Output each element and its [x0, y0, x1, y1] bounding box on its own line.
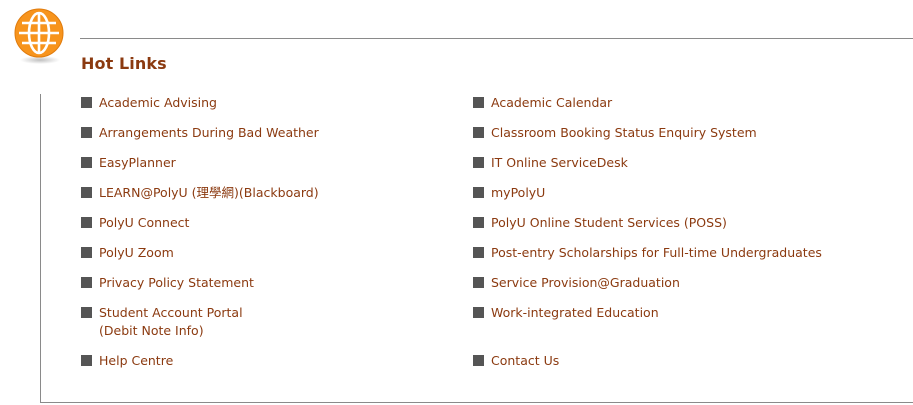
link-academic-calendar: Academic Calendar — [473, 94, 903, 124]
link-easyplanner-text[interactable]: EasyPlanner — [99, 154, 461, 172]
link-easyplanner: EasyPlanner — [81, 154, 461, 184]
link-service-provision-graduation-text[interactable]: Service Provision@Graduation — [491, 274, 903, 292]
link-student-account-portal: Student Account Portal (Debit Note Info) — [81, 304, 461, 352]
hot-links-left-column: Academic Advising Arrangements During Ba… — [81, 94, 461, 382]
left-border — [40, 94, 41, 402]
link-bad-weather: Arrangements During Bad Weather — [81, 124, 461, 154]
link-polyu-connect-text[interactable]: PolyU Connect — [99, 214, 461, 232]
link-contact-us: Contact Us — [473, 352, 903, 382]
link-mypolyu-text[interactable]: myPolyU — [491, 184, 903, 202]
link-bad-weather-text[interactable]: Arrangements During Bad Weather — [99, 124, 461, 142]
hot-links-right-column: Academic Calendar Classroom Booking Stat… — [473, 94, 903, 382]
link-student-account-portal-text[interactable]: Student Account Portal — [99, 304, 461, 322]
square-bullet-icon — [473, 127, 484, 138]
square-bullet-icon — [473, 277, 484, 288]
link-mypolyu: myPolyU — [473, 184, 903, 214]
link-classroom-booking-text[interactable]: Classroom Booking Status Enquiry System — [491, 124, 903, 142]
link-polyu-zoom-text[interactable]: PolyU Zoom — [99, 244, 461, 262]
link-post-entry-scholarships: Post-entry Scholarships for Full-time Un… — [473, 244, 903, 274]
top-divider — [80, 38, 913, 39]
link-academic-advising: Academic Advising — [81, 94, 461, 124]
square-bullet-icon — [473, 247, 484, 258]
square-bullet-icon — [81, 277, 92, 288]
square-bullet-icon — [473, 217, 484, 228]
square-bullet-icon — [81, 127, 92, 138]
link-help-centre: Help Centre — [81, 352, 461, 382]
link-poss-text[interactable]: PolyU Online Student Services (POSS) — [491, 214, 903, 232]
square-bullet-icon — [473, 97, 484, 108]
square-bullet-icon — [81, 217, 92, 228]
link-academic-advising-text[interactable]: Academic Advising — [99, 94, 461, 112]
square-bullet-icon — [81, 307, 92, 318]
link-poss: PolyU Online Student Services (POSS) — [473, 214, 903, 244]
link-academic-calendar-text[interactable]: Academic Calendar — [491, 94, 903, 112]
globe-icon — [12, 6, 68, 66]
link-it-servicedesk: IT Online ServiceDesk — [473, 154, 903, 184]
link-work-integrated-education-text[interactable]: Work-integrated Education — [491, 304, 903, 322]
link-work-integrated-education: Work-integrated Education — [473, 304, 903, 352]
link-service-provision-graduation: Service Provision@Graduation — [473, 274, 903, 304]
link-help-centre-text[interactable]: Help Centre — [99, 352, 461, 370]
link-learn-polyu: LEARN@PolyU (理學網)(Blackboard) — [81, 184, 461, 214]
link-it-servicedesk-text[interactable]: IT Online ServiceDesk — [491, 154, 903, 172]
square-bullet-icon — [473, 157, 484, 168]
square-bullet-icon — [81, 97, 92, 108]
square-bullet-icon — [81, 157, 92, 168]
link-polyu-zoom: PolyU Zoom — [81, 244, 461, 274]
section-title: Hot Links — [81, 54, 167, 73]
link-privacy-policy: Privacy Policy Statement — [81, 274, 461, 304]
bottom-divider — [40, 402, 913, 403]
square-bullet-icon — [473, 307, 484, 318]
square-bullet-icon — [81, 247, 92, 258]
link-classroom-booking: Classroom Booking Status Enquiry System — [473, 124, 903, 154]
square-bullet-icon — [81, 187, 92, 198]
link-post-entry-scholarships-text[interactable]: Post-entry Scholarships for Full-time Un… — [491, 244, 903, 262]
square-bullet-icon — [473, 355, 484, 366]
link-student-account-portal-subtext[interactable]: (Debit Note Info) — [99, 322, 461, 340]
square-bullet-icon — [473, 187, 484, 198]
link-polyu-connect: PolyU Connect — [81, 214, 461, 244]
square-bullet-icon — [81, 355, 92, 366]
link-contact-us-text[interactable]: Contact Us — [491, 352, 903, 370]
link-privacy-policy-text[interactable]: Privacy Policy Statement — [99, 274, 461, 292]
link-learn-polyu-text[interactable]: LEARN@PolyU (理學網)(Blackboard) — [99, 184, 461, 202]
